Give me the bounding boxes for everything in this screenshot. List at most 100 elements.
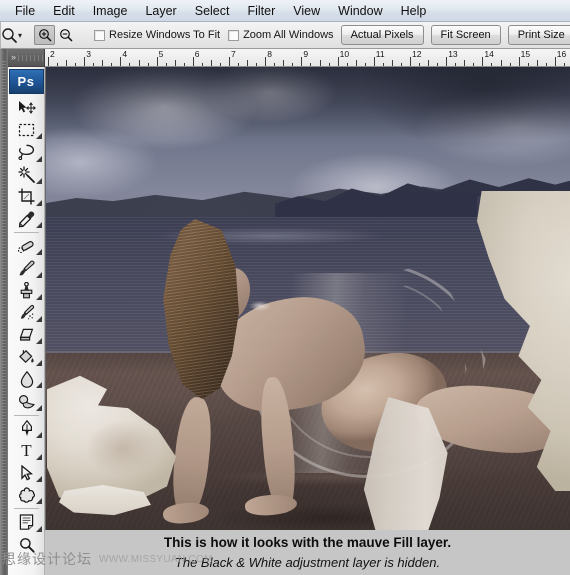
ruler-tick-major — [446, 57, 448, 66]
flyout-triangle-icon[interactable] — [36, 498, 42, 505]
menu-item-view[interactable]: View — [284, 2, 329, 20]
ruler-tick-minor — [382, 63, 384, 66]
menu-item-layer[interactable]: Layer — [136, 2, 185, 20]
actual-pixels-button[interactable]: Actual Pixels — [340, 25, 424, 45]
ruler-tick-minor — [391, 60, 393, 66]
tool-lasso[interactable] — [8, 141, 44, 163]
tool-eraser[interactable] — [8, 324, 44, 346]
zoom-tool-icon[interactable] — [1, 23, 18, 48]
ruler-label: 11 — [375, 49, 385, 59]
menu-item-help[interactable]: Help — [392, 2, 436, 20]
tool-rectangular-marquee[interactable] — [8, 119, 44, 141]
ruler-tick-minor — [138, 60, 140, 66]
toolbox-drag-handle[interactable] — [18, 54, 44, 61]
ruler-tick-minor — [509, 63, 511, 66]
ruler-label: 12 — [412, 49, 422, 59]
toolbox-divider-2 — [13, 414, 39, 416]
ruler-tick-minor — [319, 60, 321, 66]
toolbox-divider-1 — [13, 232, 39, 234]
tool-brush[interactable] — [8, 257, 44, 279]
flyout-triangle-icon[interactable] — [36, 431, 42, 438]
ruler-tick-minor — [201, 63, 203, 66]
flyout-triangle-icon[interactable] — [36, 404, 42, 411]
flyout-triangle-icon[interactable] — [36, 525, 42, 532]
composite-artwork — [45, 67, 570, 530]
flyout-triangle-icon[interactable] — [36, 315, 42, 322]
tool-zoom[interactable] — [8, 534, 44, 556]
horizontal-ruler[interactable]: 2 3 4 5 6 7 8 9 10 11 12 13 14 15 16 — [45, 49, 570, 67]
menu-item-select[interactable]: Select — [186, 2, 239, 20]
flyout-triangle-icon[interactable] — [36, 338, 42, 345]
ruler-label: 7 — [231, 49, 236, 59]
photoshop-logo: Ps — [8, 69, 44, 94]
flyout-triangle-icon[interactable] — [36, 249, 42, 256]
ruler-tick-major — [156, 57, 158, 66]
panel-dock-edge[interactable] — [0, 49, 8, 575]
flyout-triangle-icon[interactable] — [36, 382, 42, 389]
checkbox-box-zoom-all-windows[interactable] — [228, 29, 240, 41]
flyout-triangle-icon[interactable] — [36, 271, 42, 278]
menu-item-image[interactable]: Image — [84, 2, 137, 20]
tool-eyedropper[interactable] — [8, 208, 44, 230]
ruler-label: 4 — [122, 49, 128, 59]
flyout-triangle-icon[interactable] — [36, 155, 42, 162]
ruler-tick-minor — [328, 63, 330, 66]
tool-clone-stamp[interactable] — [8, 280, 44, 302]
menu-item-file[interactable]: File — [6, 2, 44, 20]
tool-magic-wand[interactable] — [8, 164, 44, 186]
tool-blur[interactable] — [8, 368, 44, 390]
tool-path-selection[interactable] — [8, 462, 44, 484]
flyout-triangle-icon[interactable] — [36, 454, 42, 460]
checkbox-box-resize-windows[interactable] — [94, 29, 106, 41]
flyout-triangle-icon[interactable] — [36, 360, 42, 367]
zoom-all-windows-checkbox[interactable]: Zoom All Windows — [228, 29, 334, 41]
ruler-tick-minor — [129, 63, 131, 66]
flyout-triangle-icon[interactable] — [36, 199, 42, 206]
zoom-in-icon[interactable] — [34, 25, 56, 45]
ruler-tick-minor — [111, 63, 113, 66]
menu-item-edit[interactable]: Edit — [44, 2, 84, 20]
ruler-tick-major — [373, 57, 375, 66]
ruler-tick-minor — [500, 60, 502, 66]
flyout-triangle-icon[interactable] — [36, 177, 42, 184]
tool-preset-chevron-down-icon[interactable]: ▾ — [18, 23, 22, 48]
flyout-triangle-icon[interactable] — [36, 133, 42, 140]
tool-history-brush[interactable] — [8, 302, 44, 324]
flyout-triangle-icon[interactable] — [36, 222, 42, 229]
tool-pen[interactable] — [8, 418, 44, 440]
print-size-button[interactable]: Print Size — [507, 25, 570, 45]
eggshell-left-interior — [81, 419, 173, 489]
menu-item-window[interactable]: Window — [329, 2, 391, 20]
ruler-label: 9 — [303, 49, 309, 59]
menu-item-filter[interactable]: Filter — [238, 2, 284, 20]
tool-paint-bucket[interactable] — [8, 346, 44, 368]
double-chevron-right-icon[interactable]: » — [11, 53, 16, 62]
ruler-tick-major — [301, 57, 303, 66]
ruler-tick-minor — [545, 63, 547, 66]
ruler-tick-minor — [147, 63, 149, 66]
ruler-tick-major — [518, 57, 520, 66]
toolbox-collapse-header[interactable]: » — [8, 49, 45, 67]
ruler-tick-minor — [283, 60, 285, 66]
zoom-out-icon[interactable] — [55, 25, 76, 45]
ruler-tick-minor — [292, 63, 294, 66]
ruler-label: 13 — [448, 49, 458, 59]
ruler-tick-major — [554, 57, 556, 66]
tool-move[interactable] — [8, 97, 44, 119]
tool-notes[interactable] — [8, 511, 44, 533]
ruler-tick-minor — [491, 63, 493, 66]
flyout-triangle-icon[interactable] — [36, 293, 42, 300]
tool-custom-shape[interactable] — [8, 484, 44, 506]
resize-windows-to-fit-checkbox[interactable]: Resize Windows To Fit — [94, 29, 220, 41]
document-canvas[interactable] — [45, 67, 570, 530]
ruler-tick-minor — [210, 60, 212, 66]
ruler-tick-minor — [527, 63, 529, 66]
fit-screen-button[interactable]: Fit Screen — [430, 25, 501, 45]
menu-bar: File Edit Image Layer Select Filter View… — [0, 0, 570, 22]
tool-spot-healing-brush[interactable] — [8, 235, 44, 257]
flyout-triangle-icon[interactable] — [36, 476, 42, 483]
tool-crop[interactable] — [8, 186, 44, 208]
tool-dodge[interactable] — [8, 390, 44, 412]
toolbox-divider-3 — [13, 508, 39, 510]
tool-type[interactable]: T — [8, 440, 44, 462]
